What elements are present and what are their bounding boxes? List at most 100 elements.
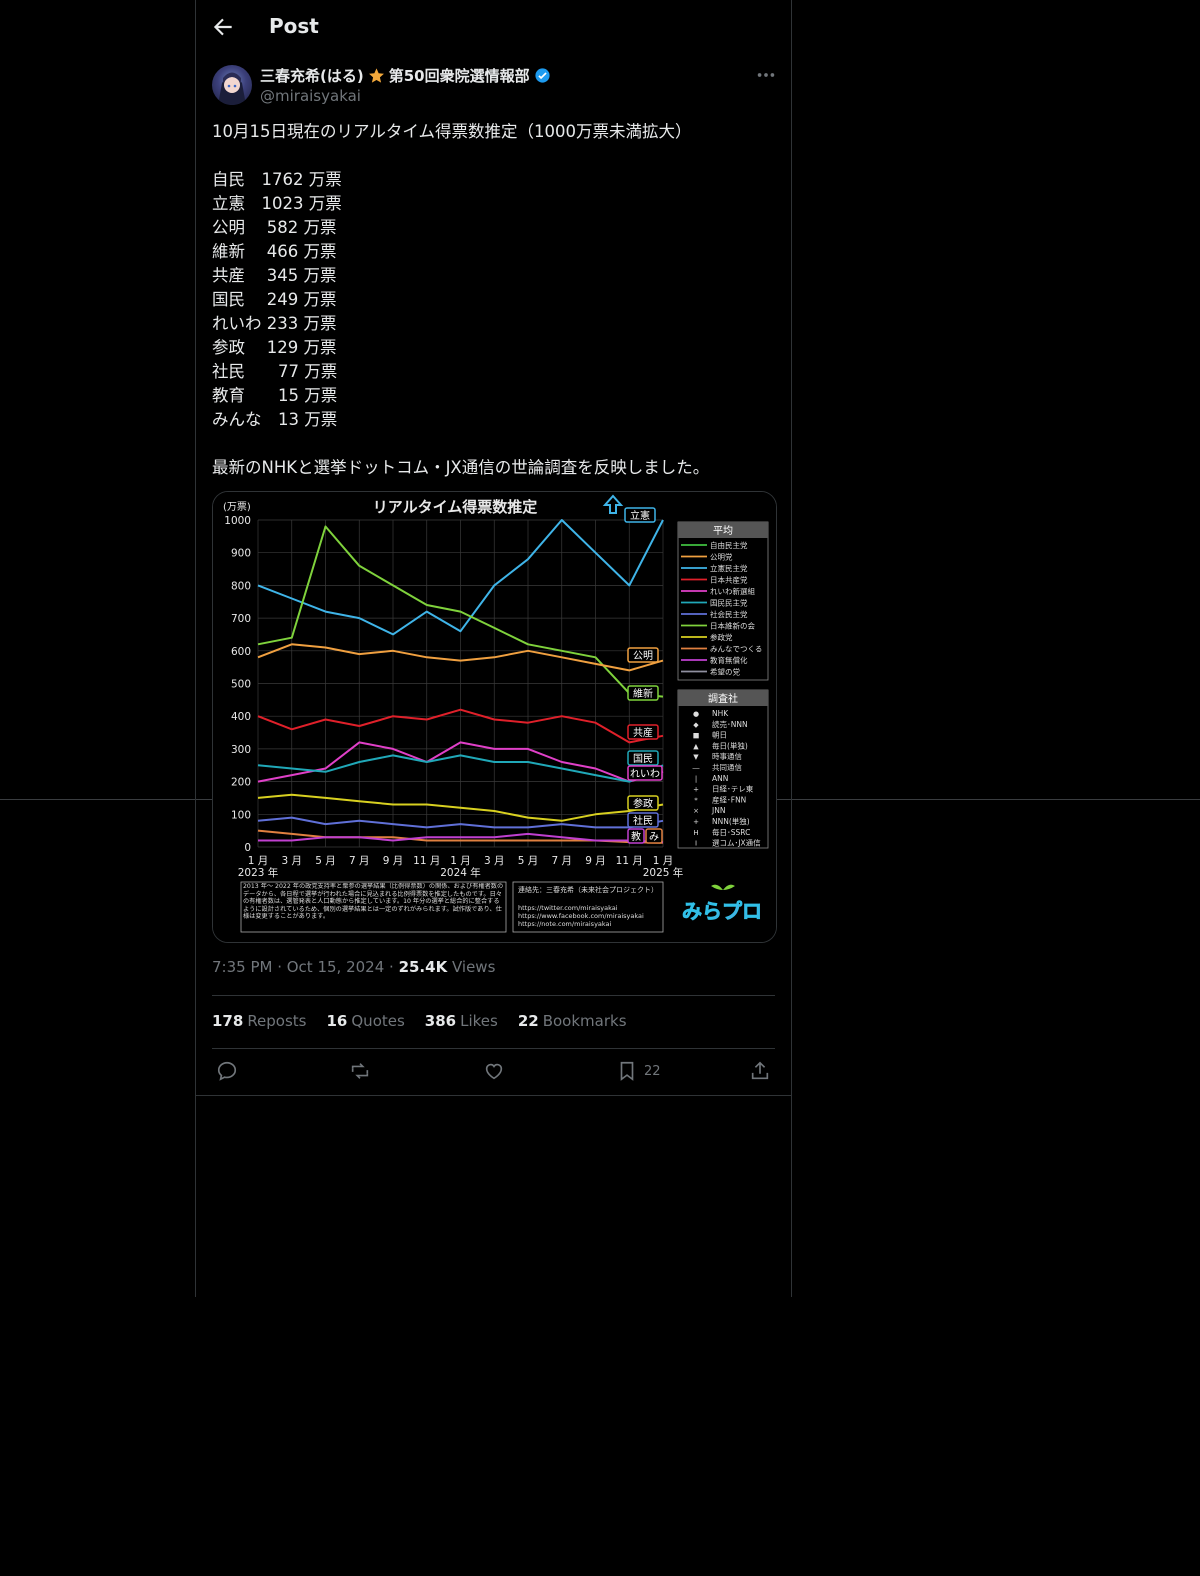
reply-button[interactable] [216, 1060, 238, 1082]
bookmark-button[interactable]: 22 [616, 1060, 661, 1082]
legend-survey-item: 産経･FNN [712, 794, 746, 804]
avatar[interactable] [212, 65, 252, 105]
party-tag-label: 教 [631, 830, 641, 843]
post-text-line: れいわ 233 万票 [212, 314, 337, 333]
engagement-stats: 178 Reposts 16 Quotes 386 Likes 22 Bookmarks [212, 1012, 627, 1030]
legend-average-item: 日本維新の会 [710, 621, 755, 631]
legend-average-item: 社会民主党 [710, 609, 748, 619]
post-text-line [212, 144, 772, 168]
legend-survey-item: JNN [711, 806, 725, 815]
y-tick-label: 0 [244, 842, 251, 854]
bookmark-icon [620, 1061, 634, 1081]
x-year-label: 2024 年 [440, 866, 481, 879]
legend-survey-mark: × [693, 807, 699, 815]
legend-survey-mark: + [693, 818, 699, 826]
divider [212, 1048, 775, 1049]
x-tick-label: 1 月 [450, 855, 471, 867]
legend-average-item: 公明党 [710, 552, 733, 562]
likes-stat[interactable]: 386 Likes [425, 1012, 498, 1030]
bookmark-count: 22 [644, 1063, 661, 1079]
back-arrow-icon[interactable] [210, 14, 236, 40]
legend-survey-title: 調査社 [708, 692, 738, 705]
author-name-suffix[interactable]: 第50回衆院選情報部 [389, 65, 530, 86]
x-tick-label: 1 月 [653, 855, 674, 867]
more-options-icon[interactable] [755, 64, 777, 86]
party-tag-label: 共産 [633, 726, 653, 739]
author-name-row[interactable]: 三春充希(はる) 第50回衆院選情報部 [260, 65, 551, 86]
repost-button[interactable] [349, 1060, 371, 1082]
legend-survey-item: 毎日(単独) [712, 740, 748, 750]
post-text-line: 国民 249 万票 [212, 290, 337, 309]
post-image-chart[interactable]: リアルタイム得票数推定 (万票) 1000 900 800 700 600 500 400 3… [212, 491, 777, 943]
chart-unit-label: (万票) [223, 501, 251, 513]
y-tick-label: 700 [231, 613, 251, 625]
share-button[interactable] [749, 1060, 771, 1082]
heart-icon [485, 1063, 503, 1080]
reposts-label: Reposts [247, 1012, 307, 1030]
legend-average-item: 国民民主党 [710, 598, 748, 608]
party-tag-label: 立憲 [630, 509, 650, 522]
legend-survey-item: 日経･テレ東 [712, 784, 754, 794]
post-text-line: みんな 13 万票 [212, 410, 338, 429]
y-tick-label: 400 [231, 711, 251, 723]
y-tick-label: 800 [231, 580, 251, 592]
legend-survey-mark: ■ [693, 732, 700, 740]
legend-survey-item: NNN(単独) [712, 816, 750, 826]
party-tag-label: 維新 [633, 687, 653, 700]
star-icon [368, 68, 384, 83]
post-text-line: 公明 582 万票 [212, 218, 337, 237]
x-tick-label: 11 月 [616, 855, 643, 867]
party-tag-label: 公明 [633, 650, 653, 662]
divider [212, 995, 775, 996]
note-left: 2013 年～ 2022 年の政党支持率と衆参の選挙結果（比例得票数）の関係、お… [243, 883, 504, 921]
page-title: Post [269, 14, 319, 38]
legend-average-item: 教育無償化 [710, 655, 748, 665]
party-tag-label: み [649, 832, 659, 843]
x-tick-label: 7 月 [349, 855, 370, 867]
likes-count: 386 [424, 1012, 457, 1030]
bookmarks-count: 22 [517, 1012, 539, 1030]
legend-survey-item: 読売･NNN [712, 719, 748, 729]
note-link-facebook: https://www.facebook.com/miraisyakai [518, 912, 644, 920]
post-text-line: 自民 1762 万票 [212, 170, 342, 189]
likes-label: Likes [460, 1012, 498, 1030]
vote-estimate-chart: リアルタイム得票数推定 (万票) 10009008007006005004003… [213, 492, 776, 942]
quotes-label: Quotes [351, 1012, 405, 1030]
post-text-line: 維新 466 万票 [212, 242, 337, 261]
legend-survey-item: 選コム･JX通信 [712, 838, 761, 848]
legend-survey-mark: + [693, 786, 699, 794]
legend-survey-item: NHK [712, 709, 729, 718]
legend-average-item: 日本共産党 [710, 575, 748, 585]
y-tick-label: 900 [231, 548, 251, 560]
post-text-line: 立憲 1023 万票 [212, 194, 342, 213]
party-tag-label: 国民 [633, 753, 653, 765]
post-timestamp[interactable]: 7:35 PM · Oct 15, 2024 · [212, 958, 399, 976]
action-bar: 22 [212, 1060, 775, 1090]
view-count: 25.4K [398, 958, 448, 976]
bookmarks-label: Bookmarks [542, 1012, 627, 1030]
bookmarks-stat[interactable]: 22 Bookmarks [518, 1012, 627, 1030]
post-text-line: 参政 129 万票 [212, 338, 337, 357]
post-text-line: 共産 345 万票 [212, 266, 337, 285]
author-display-name[interactable]: 三春充希(はる) [260, 65, 364, 86]
page-header: Post [196, 0, 791, 53]
x-tick-label: 1 月 [248, 855, 269, 867]
legend-survey-mark: * [694, 796, 698, 804]
legend-average-item: 自由民主党 [710, 540, 748, 550]
post-meta: 7:35 PM · Oct 15, 2024 · 25.4K Views [212, 958, 495, 976]
like-button[interactable] [483, 1060, 505, 1082]
legend-survey-item: ANN [712, 774, 728, 783]
x-tick-label: 7 月 [551, 855, 572, 867]
x-tick-label: 3 月 [484, 855, 505, 867]
legend-survey-mark: ◆ [693, 721, 699, 729]
reply-icon [217, 1061, 237, 1081]
legend-average-item: 希望の党 [710, 667, 740, 677]
quotes-stat[interactable]: 16 Quotes [327, 1012, 405, 1030]
verified-badge-icon[interactable] [534, 67, 551, 84]
note-link-twitter: https://twitter.com/miraisyakai [518, 904, 618, 912]
post-column: Post 三春充希(はる) 第50回衆院選情報部 @miraisyakai 10… [195, 0, 792, 1297]
reposts-stat[interactable]: 178 Reposts [212, 1012, 307, 1030]
author-handle[interactable]: @miraisyakai [260, 87, 361, 105]
y-tick-label: 300 [231, 744, 251, 756]
quotes-count: 16 [326, 1012, 348, 1030]
